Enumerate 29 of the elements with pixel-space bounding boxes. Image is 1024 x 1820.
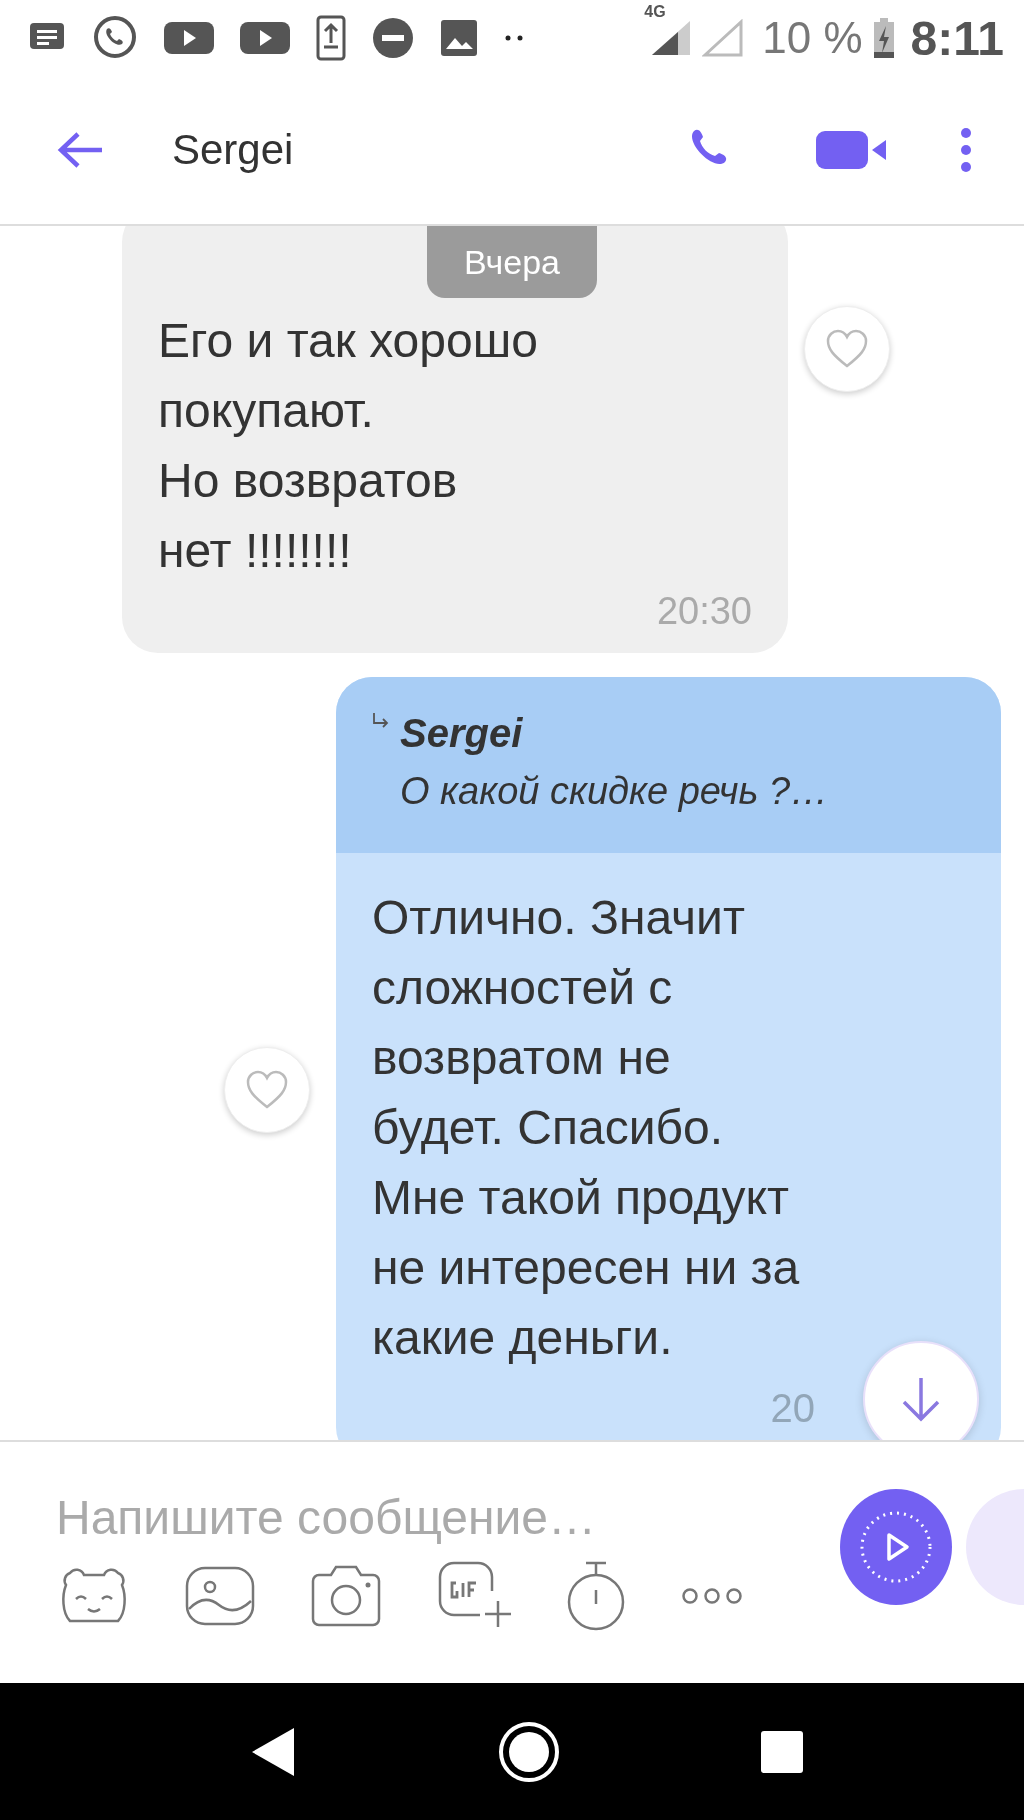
video-play-icon: [240, 20, 290, 56]
message-text: Отлично. Значит сложностей с возвратом не будет. Спасибо. Мне такой продукт не интересен ни за какие деньги.: [372, 890, 801, 1366]
back-arrow-icon[interactable]: [56, 130, 104, 170]
message-input[interactable]: Напишите сообщение…: [54, 1488, 791, 1546]
gallery-icon[interactable]: [184, 1565, 256, 1627]
quote-author: Sergei: [400, 711, 524, 756]
upload-icon: [316, 15, 346, 61]
phone-chat-icon: [92, 15, 138, 61]
chat-title: Sergei: [172, 126, 295, 174]
message-text: Его и так хорошо покупают. Но возвратов нет !!!!!!!!: [158, 313, 539, 579]
more-icon[interactable]: [680, 1587, 744, 1605]
network-label: 4G: [644, 3, 666, 21]
battery-charging-icon: [872, 18, 895, 58]
battery-percent: 10 %: [762, 13, 863, 63]
video-camera-icon[interactable]: [816, 129, 888, 171]
signal-icon: [650, 19, 693, 57]
quote-text: О какой скидке речь ?…: [400, 770, 829, 813]
image-icon: [440, 19, 478, 57]
menu-icon[interactable]: [960, 127, 972, 173]
recents-square-icon[interactable]: [760, 1729, 804, 1774]
more-dots-icon: [504, 34, 524, 42]
signal-empty-icon: [702, 19, 745, 57]
message-time: 20:30: [655, 590, 752, 633]
video-play-icon: [164, 20, 214, 56]
minus-circle-icon: [372, 17, 414, 59]
home-circle-icon[interactable]: [498, 1720, 560, 1783]
date-label: Вчера: [427, 226, 597, 298]
message-time: 20: [770, 1385, 815, 1431]
clock-time: 8:11: [910, 10, 1004, 66]
